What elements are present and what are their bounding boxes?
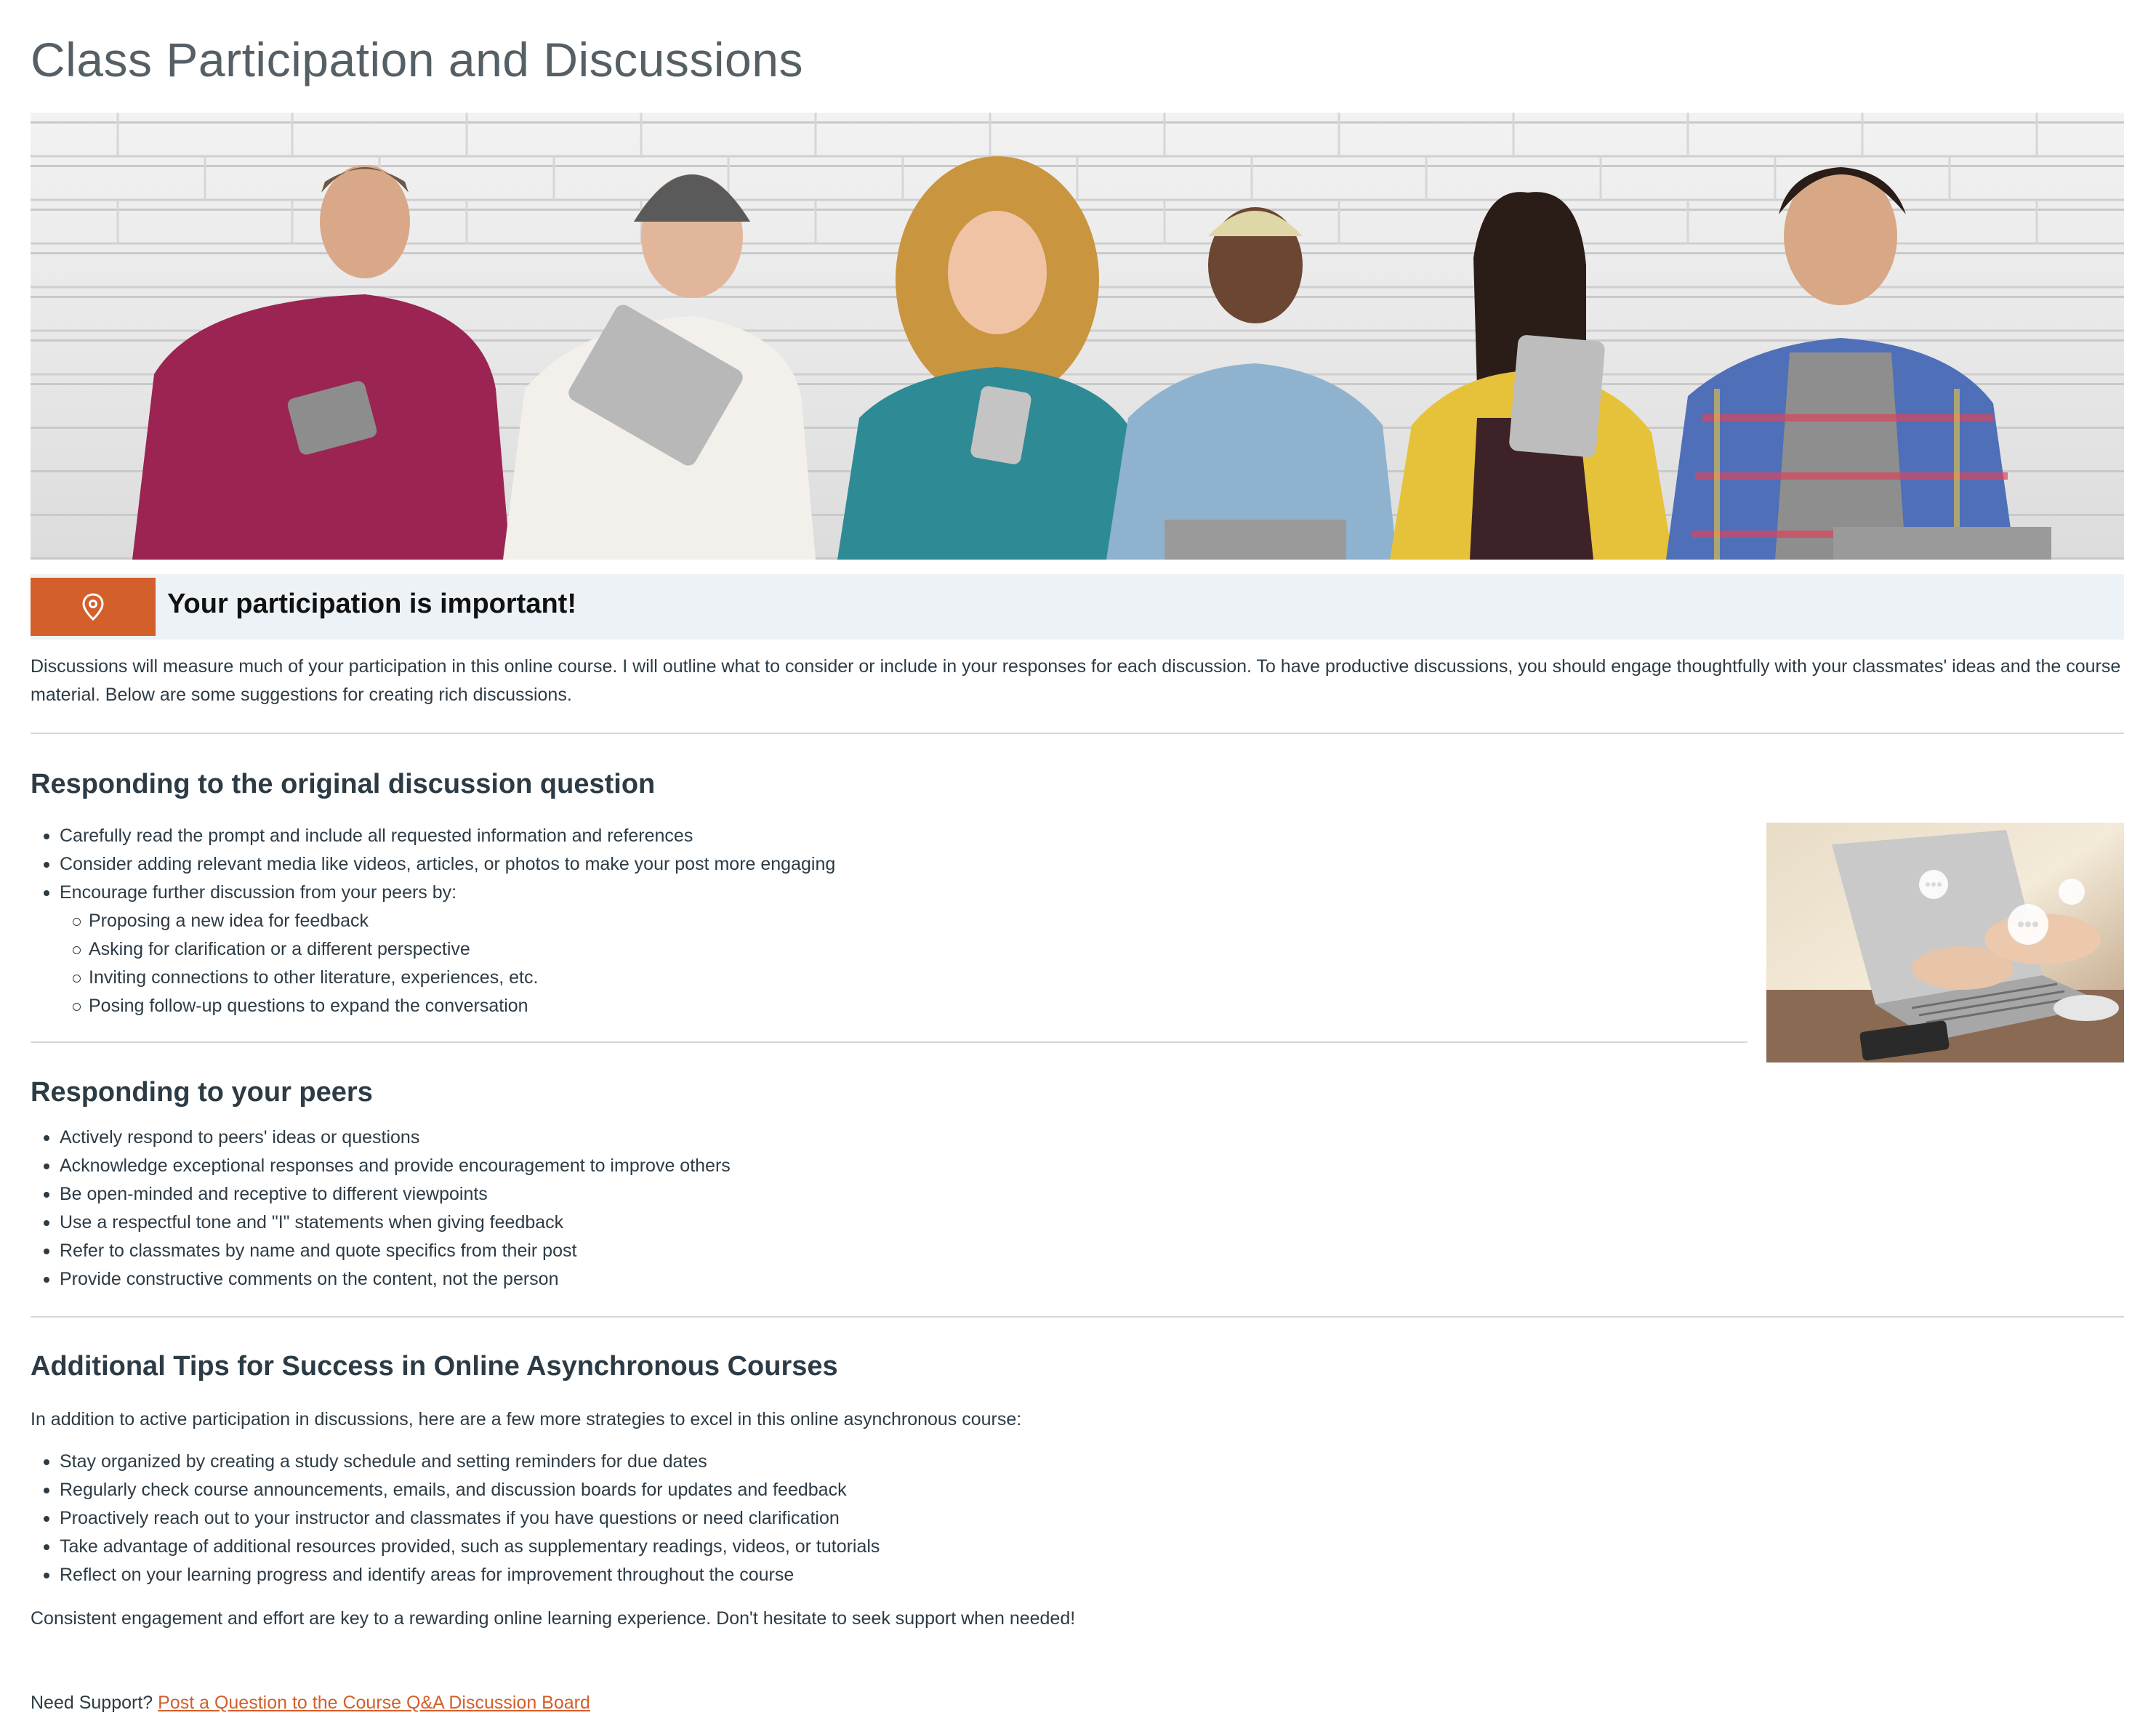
map-pin-icon	[82, 593, 104, 621]
list-item: Proactively reach out to your instructor…	[43, 1504, 880, 1533]
list-item: Actively respond to peers' ideas or ques…	[44, 1124, 731, 1152]
list-item: Be open-minded and receptive to differen…	[44, 1180, 731, 1209]
list-item: Encourage further discussion from your p…	[43, 879, 835, 1020]
section3-closing: Consistent engagement and effort are key…	[31, 1608, 1076, 1629]
laptop-illustration	[1766, 823, 2124, 1062]
sub-list-item: Inviting connections to other literature…	[72, 964, 835, 992]
list-item: Use a respectful tone and "I" statements…	[44, 1209, 731, 1237]
banner-illustration	[31, 113, 2124, 560]
section-heading-original-question: Responding to the original discussion qu…	[31, 769, 656, 799]
page-title: Class Participation and Discussions	[31, 33, 803, 86]
list-item: Carefully read the prompt and include al…	[43, 822, 835, 850]
section-heading-additional-tips: Additional Tips for Success in Online As…	[31, 1351, 838, 1382]
divider	[31, 1041, 1747, 1043]
support-line: Need Support? Post a Question to the Cou…	[31, 1689, 590, 1717]
banner-photo	[31, 113, 2124, 560]
list-item-text: Encourage further discussion from your p…	[60, 882, 457, 903]
list-item: Refer to classmates by name and quote sp…	[44, 1237, 731, 1265]
list-item: Regularly check course announcements, em…	[43, 1476, 880, 1504]
sub-list-item: Asking for clarification or a different …	[72, 935, 835, 964]
section1-list: Carefully read the prompt and include al…	[43, 822, 835, 1020]
sub-list-item: Proposing a new idea for feedback	[72, 907, 835, 935]
intro-paragraph: Discussions will measure much of your pa…	[31, 656, 2121, 705]
section-heading-peers: Responding to your peers	[31, 1077, 373, 1108]
callout-header: Your participation is important!	[31, 574, 2124, 640]
divider	[31, 1316, 2124, 1318]
sub-list-item: Posing follow-up questions to expand the…	[72, 992, 835, 1020]
support-prefix: Need Support?	[31, 1693, 153, 1713]
list-item: Acknowledge exceptional responses and pr…	[44, 1152, 731, 1180]
callout-title: Your participation is important!	[167, 589, 576, 619]
list-item: Stay organized by creating a study sched…	[43, 1448, 880, 1476]
list-item: Take advantage of additional resources p…	[43, 1533, 880, 1561]
section1-sublist: Proposing a new idea for feedback Asking…	[72, 907, 835, 1020]
laptop-photo	[1766, 823, 2124, 1062]
section3-list: Stay organized by creating a study sched…	[43, 1448, 880, 1589]
list-item: Consider adding relevant media like vide…	[43, 850, 835, 879]
section2-list: Actively respond to peers' ideas or ques…	[44, 1124, 731, 1294]
support-discussion-link[interactable]: Post a Question to the Course Q&A Discus…	[158, 1693, 590, 1713]
list-item: Provide constructive comments on the con…	[44, 1265, 731, 1294]
divider	[31, 733, 2124, 734]
section3-intro: In addition to active participation in d…	[31, 1409, 1022, 1429]
callout-icon-box	[31, 578, 156, 636]
list-item: Reflect on your learning progress and id…	[43, 1561, 880, 1589]
